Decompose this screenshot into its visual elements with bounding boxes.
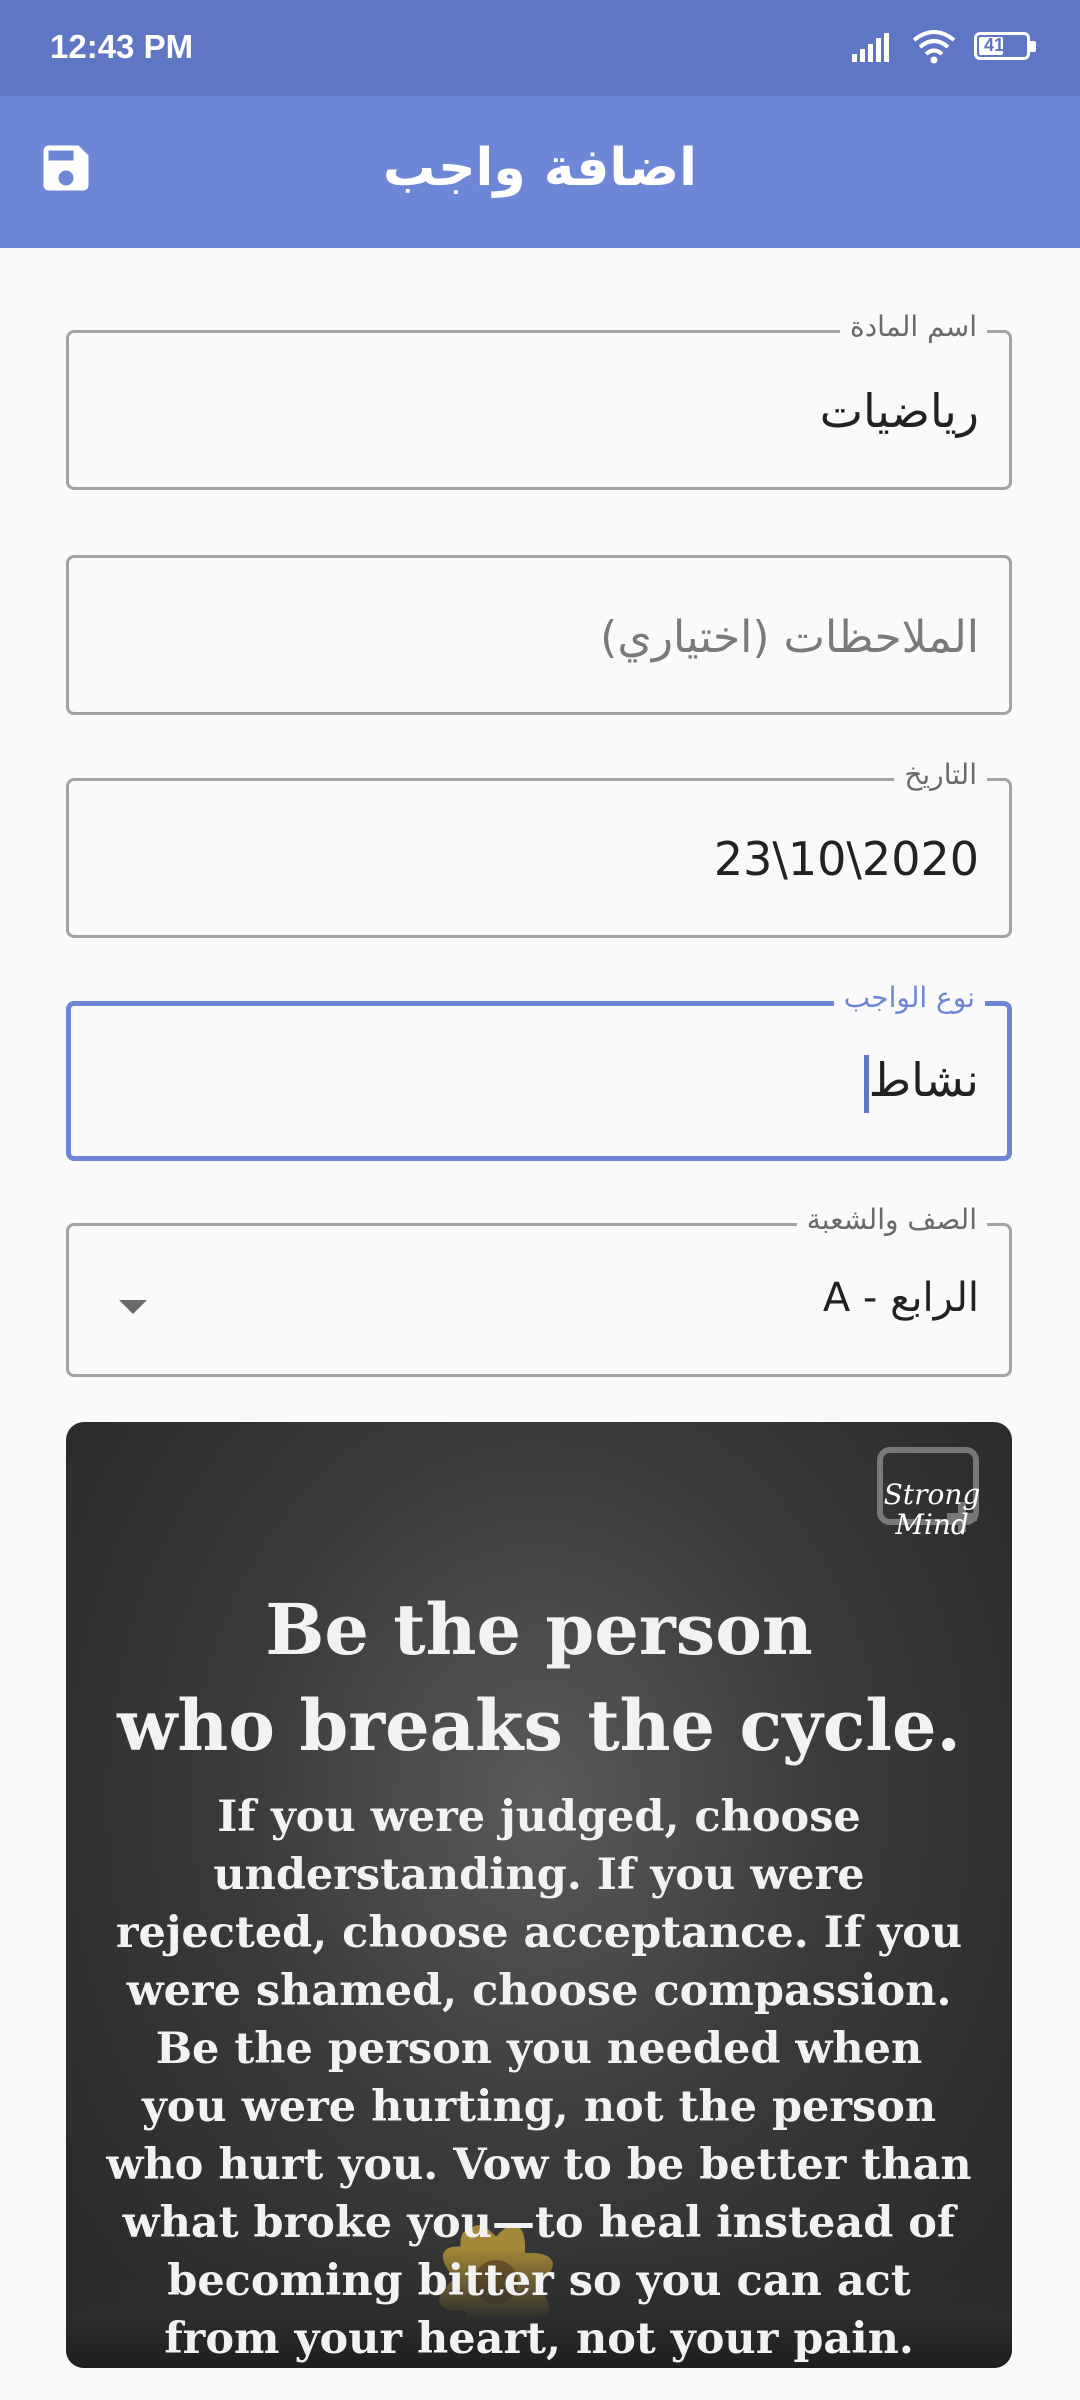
homework-type-value: نشاط bbox=[868, 1053, 979, 1107]
app-bar: اضافة واجب bbox=[0, 96, 1080, 248]
quote-body: If you were judged, choose understanding… bbox=[106, 1792, 972, 2364]
class-section-label: الصف والشعبة bbox=[796, 1202, 987, 1238]
dropdown-arrow-icon[interactable] bbox=[119, 1300, 147, 1314]
subject-value: رياضيات bbox=[819, 384, 979, 438]
date-label: التاريخ bbox=[894, 757, 987, 793]
signal-icon bbox=[852, 33, 889, 62]
status-bar: 12:43 PM 41 bbox=[0, 0, 1080, 96]
strong-mind-logo: Strong Mind bbox=[872, 1442, 992, 1582]
quote-headline-2: who breaks the cycle. bbox=[117, 1684, 961, 1767]
status-time: 12:43 PM bbox=[50, 28, 194, 65]
quote-headline-1: Be the person bbox=[265, 1588, 813, 1671]
date-value: 23\10\2020 bbox=[713, 832, 979, 886]
date-field[interactable]: التاريخ 23\10\2020 bbox=[66, 757, 1012, 938]
notes-placeholder: الملاحظات (اختياري) bbox=[600, 612, 979, 663]
brand-line-1: Strong bbox=[883, 1478, 981, 1511]
page-title: اضافة واجب bbox=[383, 138, 697, 198]
homework-type-value-wrap: نشاط bbox=[863, 1052, 979, 1113]
homework-image[interactable]: Be the person who breaks the cycle. If y… bbox=[66, 1422, 1012, 2368]
subject-label: اسم المادة bbox=[840, 309, 987, 345]
quote-text: Be the person who breaks the cycle. If y… bbox=[66, 1582, 1012, 2368]
status-icons: 41 bbox=[850, 30, 1038, 64]
battery-icon: 41 bbox=[974, 32, 1038, 62]
homework-type-label: نوع الواجب bbox=[833, 980, 985, 1016]
notes-field[interactable]: الملاحظات (اختياري) bbox=[66, 555, 1012, 715]
homework-type-field[interactable]: نوع الواجب نشاط bbox=[66, 980, 1012, 1161]
brand-line-2: Mind bbox=[895, 1508, 969, 1541]
class-section-dropdown[interactable]: الصف والشعبة الرابع - A bbox=[66, 1202, 1012, 1377]
class-section-value: الرابع - A bbox=[822, 1275, 979, 1321]
subject-field[interactable]: اسم المادة رياضيات bbox=[66, 309, 1012, 490]
battery-level: 41 bbox=[984, 35, 1005, 55]
wifi-icon bbox=[912, 30, 956, 64]
